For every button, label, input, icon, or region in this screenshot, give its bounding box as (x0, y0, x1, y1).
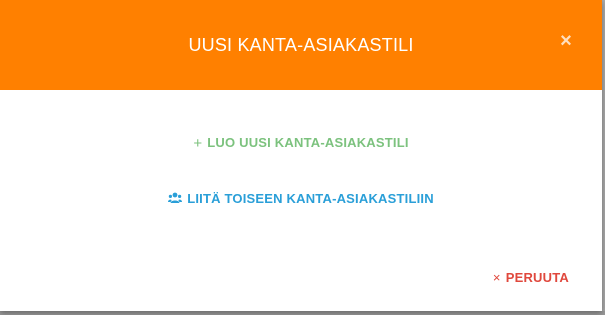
close-icon: × (560, 30, 572, 52)
dialog-header: UUSI KANTA-ASIAKASTILI × (0, 0, 602, 90)
new-loyalty-account-dialog: UUSI KANTA-ASIAKASTILI × + LUO UUSI KANTA… (0, 0, 602, 311)
join-account-button[interactable]: LIITÄ TOISEEN KANTA-ASIAKASTILIIN (0, 191, 602, 207)
group-icon (168, 192, 183, 203)
backdrop-strip-bottom (0, 311, 605, 315)
cancel-label: PERUUTA (505, 270, 569, 285)
create-account-label: LUO UUSI KANTA-ASIAKASTILI (207, 135, 409, 150)
close-x-icon: × (492, 270, 501, 285)
dialog-title: UUSI KANTA-ASIAKASTILI (188, 35, 414, 55)
cancel-button[interactable]: × PERUUTA (493, 270, 569, 286)
create-account-button[interactable]: + LUO UUSI KANTA-ASIAKASTILI (0, 135, 602, 152)
join-account-label: LIITÄ TOISEEN KANTA-ASIAKASTILIIN (187, 191, 434, 206)
close-button[interactable]: × (554, 29, 578, 53)
plus-icon: + (193, 135, 203, 152)
